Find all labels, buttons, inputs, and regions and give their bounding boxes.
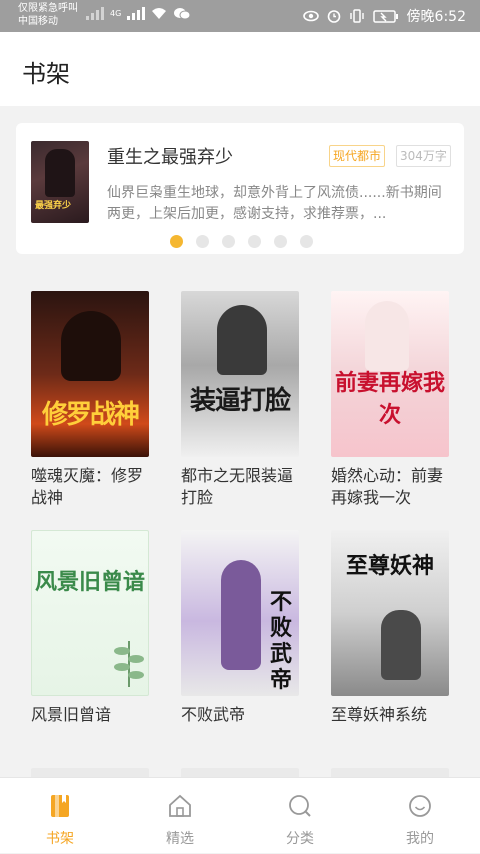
featured-book-title[interactable]: 重生之最强弃少	[107, 143, 233, 169]
app-header: 书架	[0, 32, 480, 106]
genre-tag: 现代都市	[329, 145, 386, 167]
signal-strength-icon	[127, 6, 146, 20]
bookshelf-icon	[51, 795, 69, 817]
book-item[interactable]: 前妻再嫁我次 婚然心动：前妻再嫁我一次	[331, 291, 451, 509]
tab-profile[interactable]: 我的	[360, 778, 480, 854]
smiley-icon	[409, 795, 431, 817]
cover-figure	[45, 149, 75, 197]
tab-label: 书架	[46, 831, 74, 847]
tab-label: 分类	[286, 831, 314, 847]
page-title: 书架	[22, 60, 70, 88]
book-title[interactable]: 噬魂灭魔：修罗战神	[31, 465, 151, 509]
carrier-info: 仅限紧急呼叫 中国移动	[18, 2, 78, 28]
emergency-call-text: 仅限紧急呼叫	[18, 3, 78, 14]
word-count-tag: 304万字	[396, 145, 451, 167]
book-item[interactable]: 装逼打脸 都市之无限装逼打脸	[181, 291, 301, 509]
featured-book-card[interactable]: 最强弃少 重生之最强弃少 现代都市 304万字 仙界巨枭重生地球，却意外背上了风…	[16, 123, 464, 254]
carousel-dot[interactable]	[196, 235, 209, 248]
network-type: 4G	[110, 8, 122, 18]
book-cover[interactable]: 风景旧曾谙	[31, 530, 149, 696]
eye-icon	[302, 10, 319, 22]
book-item[interactable]: 至尊妖神 至尊妖神系统	[331, 530, 451, 726]
featured-cover-title: 最强弃少	[35, 201, 72, 211]
clock: 傍晚6:52	[406, 9, 466, 25]
featured-book-description: 仙界巨枭重生地球，却意外背上了风流债......新书期间两更，上架后加更，感谢支…	[107, 185, 442, 222]
carousel-dot[interactable]	[222, 235, 235, 248]
book-title[interactable]: 都市之无限装逼打脸	[181, 465, 301, 509]
search-icon	[289, 795, 311, 817]
book-cover-title: 风景旧曾谙	[34, 570, 145, 595]
vibrate-icon	[349, 9, 364, 23]
bottom-tab-bar: 书架 精选 分类 我的	[0, 777, 480, 853]
book-item[interactable]: 不败武帝 不败武帝	[181, 530, 301, 726]
carousel-dot[interactable]	[248, 235, 261, 248]
carousel-indicator[interactable]	[170, 235, 313, 248]
leaf-illustration	[114, 641, 144, 687]
tab-label: 精选	[166, 831, 194, 847]
book-cover-title: 装逼打脸	[189, 386, 291, 416]
book-cover[interactable]: 不败武帝	[181, 530, 299, 696]
wifi-icon	[152, 7, 167, 19]
book-item[interactable]: 修罗战神 噬魂灭魔：修罗战神	[31, 291, 151, 509]
book-title[interactable]: 不败武帝	[181, 704, 301, 726]
book-cover-title: 修罗战神	[41, 400, 140, 430]
book-cover[interactable]: 装逼打脸	[181, 291, 299, 457]
battery-icon	[372, 9, 398, 23]
book-cover-title: 至尊妖神	[345, 554, 434, 579]
tab-featured[interactable]: 精选	[120, 778, 240, 854]
carousel-dot[interactable]	[170, 235, 183, 248]
tab-bookshelf[interactable]: 书架	[0, 778, 120, 854]
book-cover-title: 不败武帝	[269, 590, 292, 693]
book-title[interactable]: 至尊妖神系统	[331, 704, 451, 726]
featured-book-cover[interactable]: 最强弃少	[31, 141, 89, 223]
alarm-icon	[327, 10, 340, 23]
carrier-name: 中国移动	[18, 16, 58, 27]
book-cover[interactable]: 修罗战神	[31, 291, 149, 457]
carousel-dot[interactable]	[274, 235, 287, 248]
status-bar: 仅限紧急呼叫 中国移动 4G 傍晚6:52	[0, 0, 480, 32]
home-icon	[169, 794, 191, 817]
book-cover-title: 前妻再嫁我次	[334, 371, 445, 428]
signal-strength-icon	[86, 6, 104, 20]
wechat-icon	[174, 7, 191, 19]
tab-label: 我的	[406, 831, 434, 847]
status-right: 傍晚6:52	[302, 6, 466, 26]
book-item[interactable]: 风景旧曾谙 风景旧曾谙	[31, 530, 151, 726]
book-cover[interactable]: 至尊妖神	[331, 530, 449, 696]
carousel-dot[interactable]	[300, 235, 313, 248]
signal-icons: 4G	[86, 6, 191, 20]
book-title[interactable]: 风景旧曾谙	[31, 704, 151, 726]
book-cover[interactable]: 前妻再嫁我次	[331, 291, 449, 457]
book-title[interactable]: 婚然心动：前妻再嫁我一次	[331, 465, 451, 509]
tab-category[interactable]: 分类	[240, 778, 360, 854]
